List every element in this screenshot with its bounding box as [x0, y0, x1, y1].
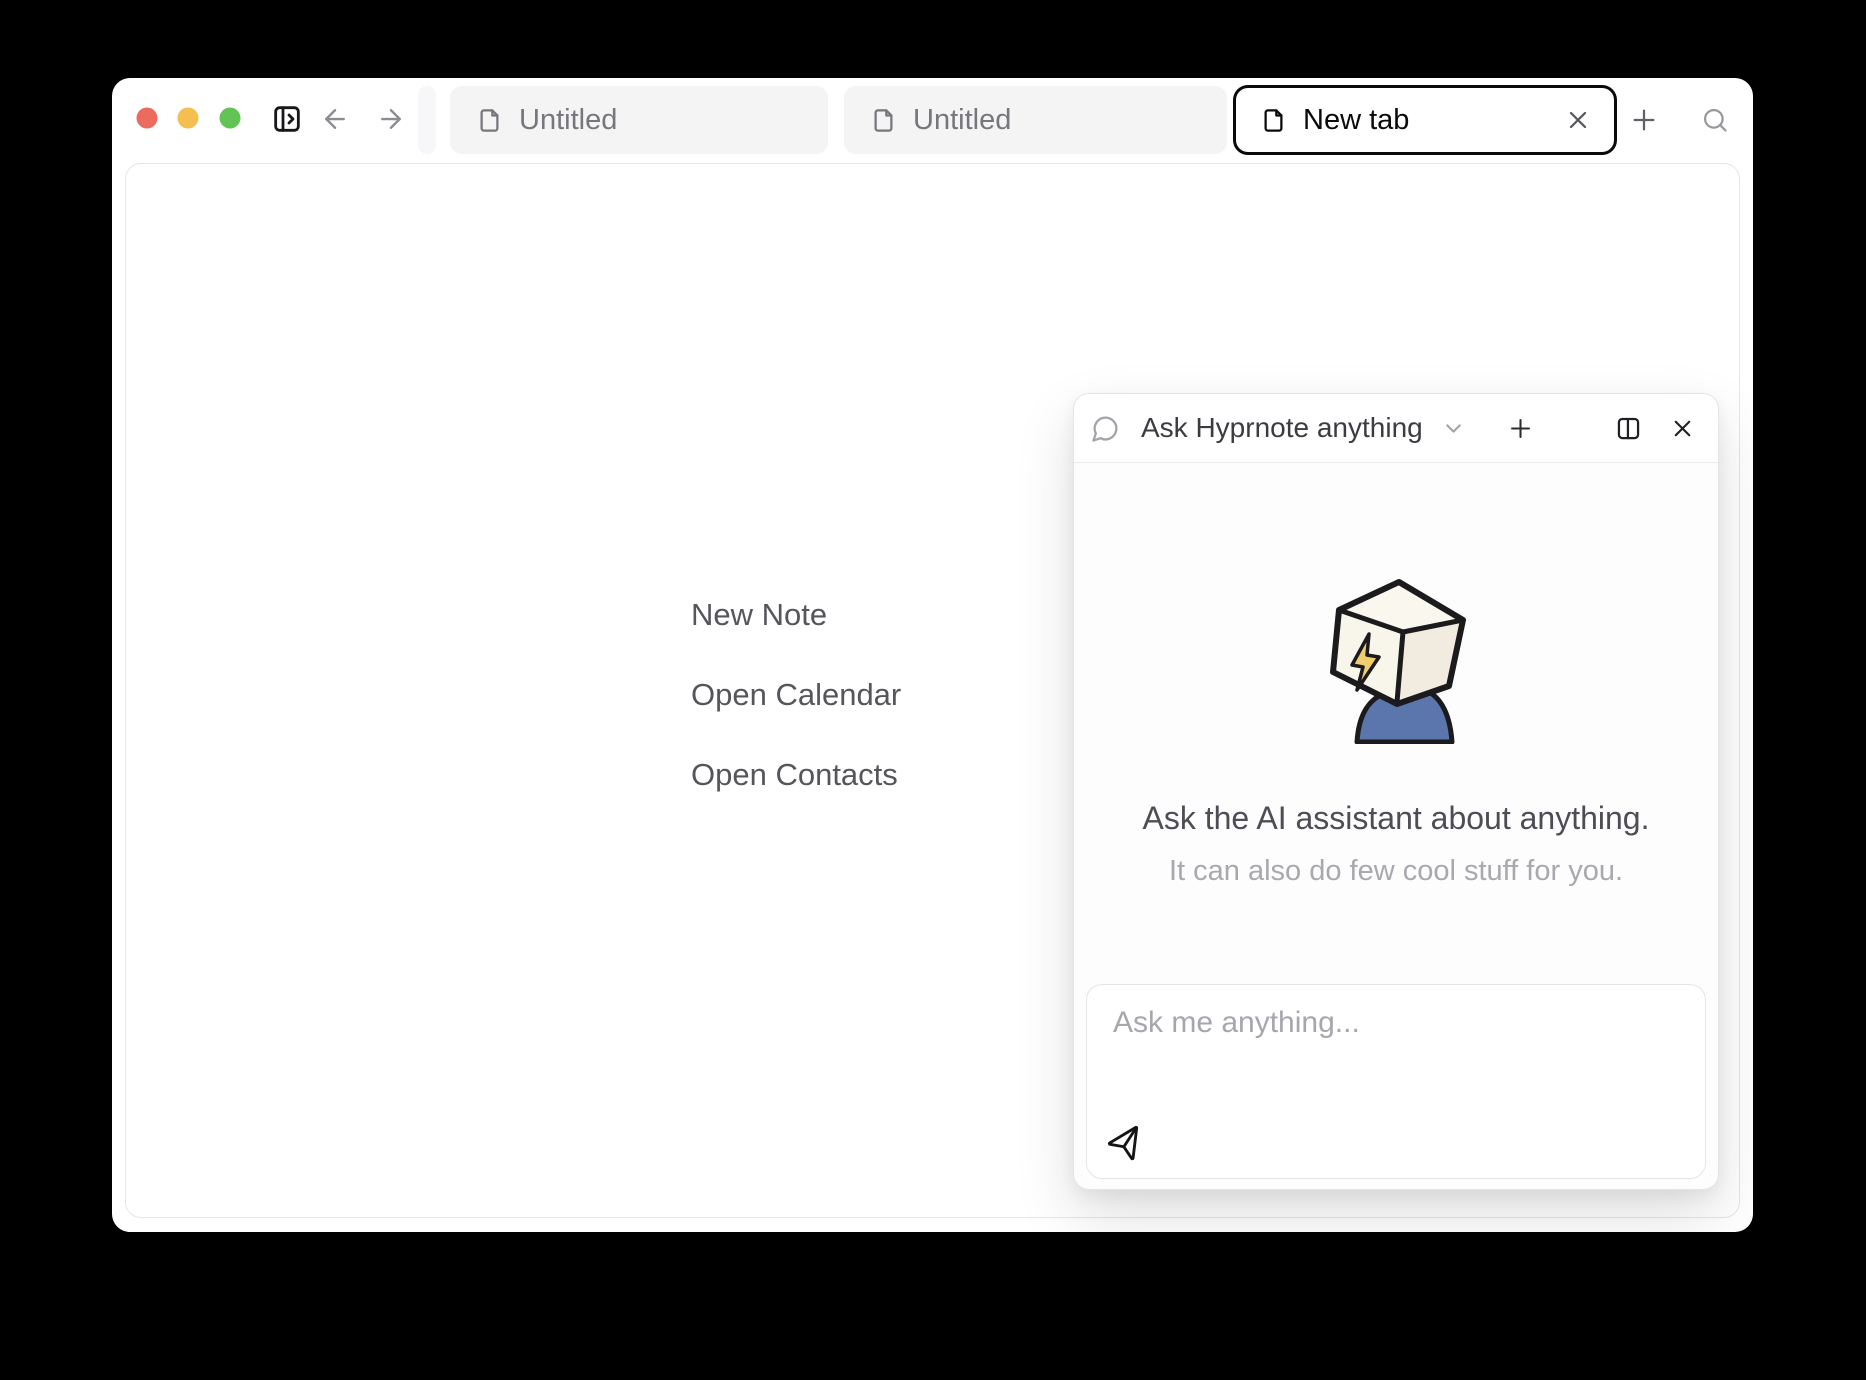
close-window-button[interactable] [137, 108, 158, 129]
ai-assistant-panel: Ask Hyprnote anything [1073, 393, 1719, 1190]
new-chat-plus-icon[interactable] [1506, 414, 1535, 443]
tab-untitled-1[interactable]: Untitled [450, 86, 828, 154]
new-tab-plus-icon[interactable] [1628, 104, 1660, 136]
assistant-header-actions [1615, 415, 1696, 442]
tab-label: New tab [1303, 104, 1409, 137]
traffic-lights [136, 107, 254, 129]
search-icon[interactable] [1701, 106, 1729, 134]
sidebar-toggle-icon[interactable] [271, 103, 303, 135]
assistant-panel-header: Ask Hyprnote anything [1074, 394, 1718, 463]
tab-new-tab-active[interactable]: New tab [1233, 85, 1617, 155]
new-note-link[interactable]: New Note [691, 597, 827, 633]
split-panel-icon[interactable] [1615, 415, 1642, 442]
titlebar: Untitled Untitled New tab [112, 78, 1753, 162]
file-icon [476, 107, 503, 134]
close-panel-x-icon[interactable] [1669, 415, 1696, 442]
tab-label: Untitled [913, 104, 1011, 137]
app-window: Untitled Untitled New tab [112, 78, 1753, 1232]
file-icon [1260, 107, 1287, 134]
open-contacts-link[interactable]: Open Contacts [691, 757, 898, 793]
back-arrow-icon[interactable] [320, 104, 350, 134]
file-icon [870, 107, 897, 134]
assistant-empty-heading: Ask the AI assistant about anything. [1074, 800, 1718, 837]
tab-label: Untitled [519, 104, 617, 137]
tab-untitled-2[interactable]: Untitled [844, 86, 1227, 154]
desktop-background: Untitled Untitled New tab [0, 0, 1866, 1380]
assistant-input-box [1086, 984, 1706, 1179]
tabstrip-divider [418, 86, 436, 154]
open-calendar-link[interactable]: Open Calendar [691, 677, 901, 713]
zoom-window-button[interactable] [220, 108, 241, 129]
assistant-panel-title: Ask Hyprnote anything [1141, 412, 1423, 444]
chevron-down-icon[interactable] [1441, 416, 1466, 441]
assistant-empty-subheading: It can also do few cool stuff for you. [1074, 855, 1718, 888]
speech-bubble-icon [1091, 414, 1120, 443]
minimize-window-button[interactable] [178, 108, 199, 129]
assistant-chat-input[interactable] [1087, 985, 1705, 1125]
robot-mascot [1321, 576, 1473, 744]
forward-arrow-icon[interactable] [376, 104, 406, 134]
tab-close-icon[interactable] [1564, 106, 1592, 134]
send-icon[interactable] [1107, 1127, 1143, 1163]
